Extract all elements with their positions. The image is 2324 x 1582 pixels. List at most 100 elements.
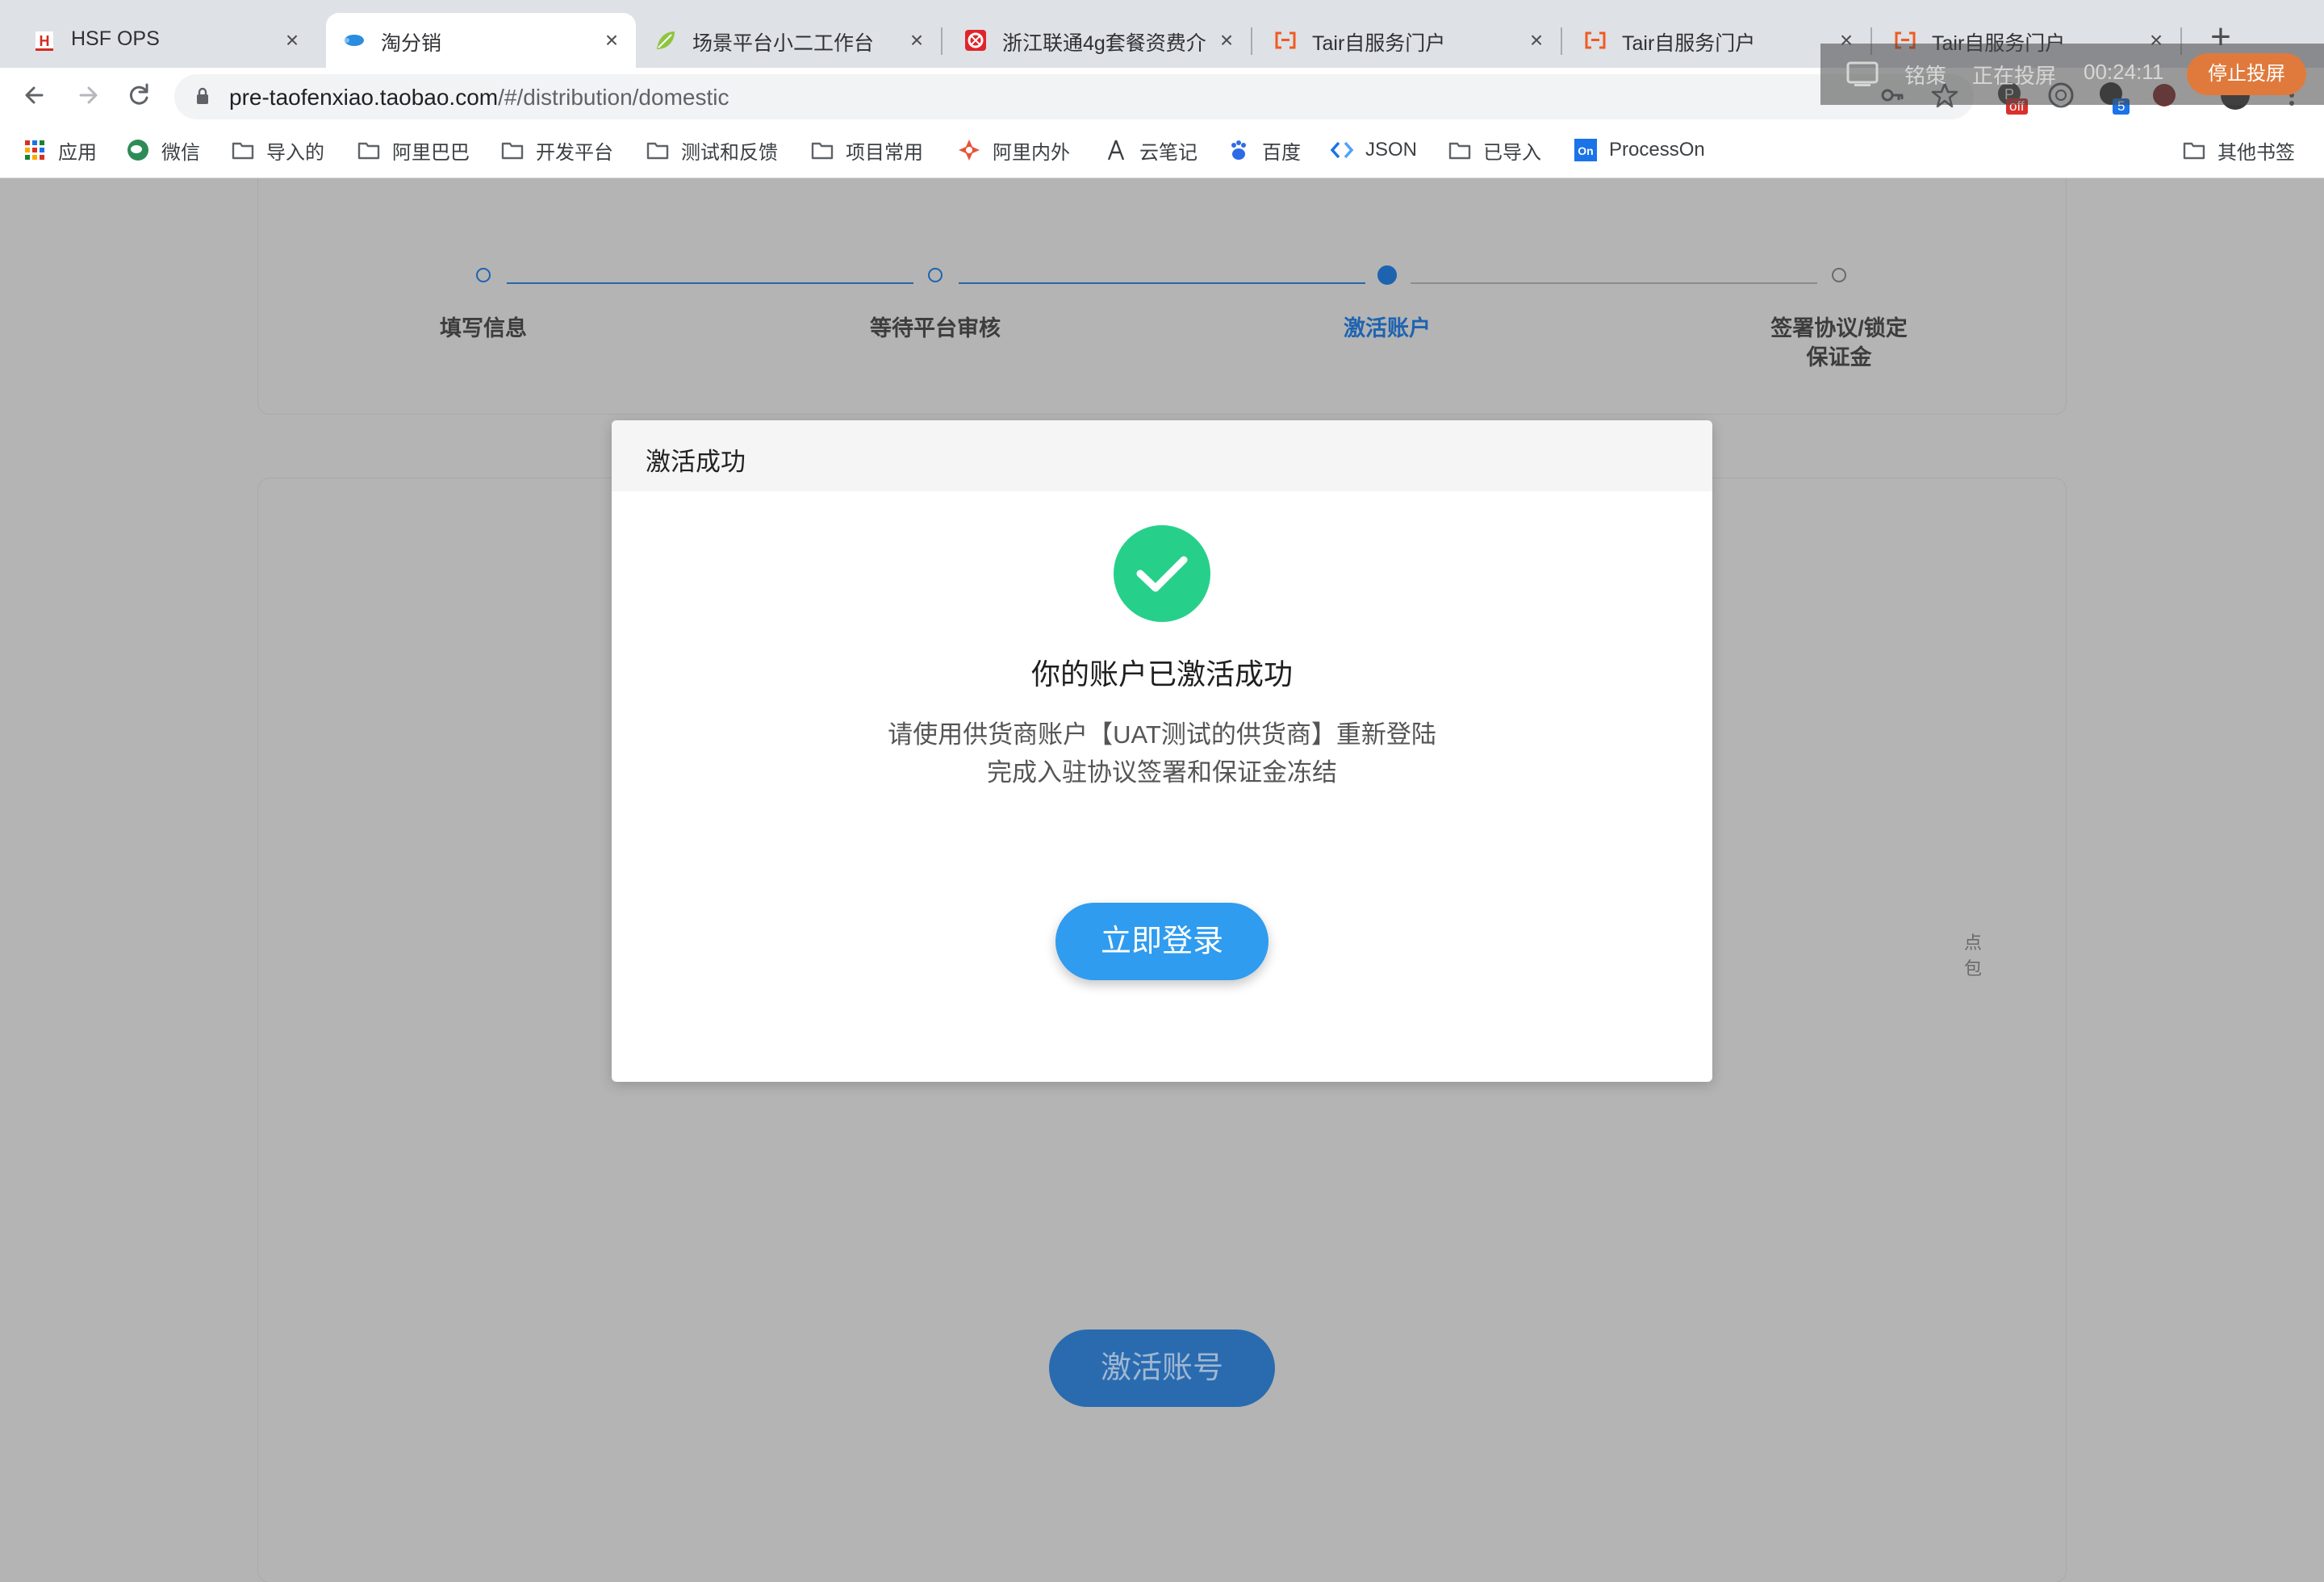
forward-arrow-icon[interactable] bbox=[69, 77, 105, 113]
cast-status: 正在投屏 bbox=[1972, 64, 2057, 88]
cast-screen-icon bbox=[1846, 61, 1879, 86]
tab-title: Tair自服务门户 bbox=[1622, 32, 1756, 55]
lock-icon bbox=[197, 87, 208, 104]
bookmark-yunbiji[interactable]: 云笔记 bbox=[1104, 134, 1198, 166]
yunbiji-icon bbox=[1107, 140, 1125, 161]
back-arrow-icon[interactable] bbox=[18, 77, 53, 113]
bookmark-folder-test-feedback[interactable]: 测试和反馈 bbox=[646, 134, 778, 166]
tab-hsf-ops[interactable]: H HSF OPS × bbox=[16, 13, 316, 68]
bookmark-label: 其他书签 bbox=[2217, 141, 2295, 164]
progress-steps-card: 填写信息 等待平台审核 激活账户 签署协议/锁定 保证金 bbox=[258, 178, 2066, 414]
bookmark-label: 项目常用 bbox=[846, 141, 923, 164]
step-label-text: 填写信息 bbox=[440, 316, 527, 340]
reload-icon[interactable] bbox=[121, 77, 157, 113]
cast-user: 铭策 bbox=[1904, 64, 1947, 88]
screen-cast-bar: 铭策 正在投屏 00:24:11 停止投屏 bbox=[1820, 44, 2324, 105]
bookmark-folder-project[interactable]: 项目常用 bbox=[810, 134, 923, 166]
baidu-icon bbox=[1231, 140, 1246, 160]
bookmark-label: 开发平台 bbox=[536, 141, 613, 164]
hint-line-2: 包 bbox=[1964, 958, 1983, 979]
folder-icon bbox=[1448, 142, 1471, 160]
bookmark-wechat[interactable]: 微信 bbox=[126, 134, 200, 166]
login-now-button[interactable]: 立即登录 bbox=[1055, 903, 1269, 980]
bookmark-label: 百度 bbox=[1262, 141, 1301, 164]
folder-icon bbox=[2183, 142, 2205, 160]
tab-separator bbox=[1561, 27, 1562, 55]
url-path: /#/distribution/domestic bbox=[498, 85, 729, 110]
step-label-text: 等待平台审核 bbox=[870, 316, 1001, 340]
bookmark-folder-dev-platform[interactable]: 开发平台 bbox=[500, 134, 613, 166]
close-tab-icon[interactable]: × bbox=[599, 27, 625, 53]
bookmark-label: 导入的 bbox=[266, 141, 324, 164]
alibaba-inner-icon bbox=[959, 140, 980, 161]
leaf-favicon-icon bbox=[657, 31, 675, 49]
folder-icon bbox=[357, 142, 380, 160]
bookmark-folder-alibaba[interactable]: 阿里巴巴 bbox=[357, 134, 470, 166]
step-dot-sign bbox=[1832, 268, 1846, 282]
bookmark-label: 测试和反馈 bbox=[681, 141, 778, 164]
check-circle-icon bbox=[1114, 525, 1210, 622]
tab-separator bbox=[1251, 27, 1252, 55]
hsf-favicon-icon: H bbox=[36, 31, 53, 51]
json-icon bbox=[1330, 141, 1354, 159]
bookmark-label: JSON bbox=[1365, 139, 1418, 161]
step-label-text: 激活账户 bbox=[1344, 316, 1431, 340]
bookmark-apps[interactable]: 应用 bbox=[23, 134, 97, 166]
bookmark-label: 阿里巴巴 bbox=[392, 141, 470, 164]
bookmark-baidu[interactable]: 百度 bbox=[1227, 134, 1301, 166]
close-tab-icon[interactable]: × bbox=[279, 27, 305, 53]
step-dot-review bbox=[928, 268, 943, 282]
address-bar[interactable]: pre-taofenxiao.taobao.com/#/distribution… bbox=[174, 74, 1974, 119]
step-connector bbox=[507, 282, 913, 284]
instruction-line-1: 请使用供货商账户【UAT测试的供货商】重新登陆 bbox=[888, 720, 1436, 749]
tab-separator bbox=[941, 27, 943, 55]
apps-grid-icon bbox=[25, 140, 44, 160]
step-label-text: 签署协议/锁定 bbox=[1770, 316, 1908, 340]
hint-line-1: 点 bbox=[1964, 933, 1983, 953]
activate-account-button[interactable]: 激活账号 bbox=[1049, 1329, 1275, 1407]
step-label-activate: 激活账户 bbox=[1282, 314, 1492, 343]
bookmark-alibaba-inner[interactable]: 阿里内外 bbox=[957, 134, 1070, 166]
tab-unicom[interactable]: 浙江联通4g套餐资费介 × bbox=[947, 13, 1252, 68]
instruction-line-2: 完成入驻协议签署和保证金冻结 bbox=[987, 758, 1337, 787]
bookmark-json[interactable]: JSON bbox=[1330, 134, 1417, 166]
folder-icon bbox=[646, 142, 669, 160]
step-connector bbox=[959, 282, 1365, 284]
bookmark-label: 已导入 bbox=[1483, 141, 1541, 164]
bookmarks-bar: 应用 微信 导入的 阿里巴巴 开发平台 测试和反馈 项目常用 阿里内外 云笔记 … bbox=[0, 123, 2324, 178]
processon-icon: On bbox=[1574, 139, 1597, 161]
bookmark-folder-already-imported[interactable]: 已导入 bbox=[1448, 134, 1541, 166]
taofenxiao-favicon-icon bbox=[345, 35, 364, 46]
tab-tair-1[interactable]: Tair自服务门户 × bbox=[1257, 13, 1562, 68]
tab-scene-platform[interactable]: 场景平台小二工作台 × bbox=[637, 13, 943, 68]
step-connector bbox=[1411, 282, 1817, 284]
bookmark-label: ProcessOn bbox=[1609, 139, 1705, 161]
tab-title: 场景平台小二工作台 bbox=[692, 32, 875, 55]
bookmark-other[interactable]: 其他书签 bbox=[2182, 134, 2295, 166]
tab-title: Tair自服务门户 bbox=[1312, 32, 1446, 55]
bookmark-label: 微信 bbox=[161, 141, 200, 164]
step-label-review: 等待平台审核 bbox=[830, 314, 1040, 343]
success-message: 你的账户已激活成功 bbox=[1030, 657, 1293, 691]
step-dot-fill-info bbox=[476, 268, 491, 282]
close-tab-icon[interactable]: × bbox=[1214, 27, 1239, 53]
folder-icon bbox=[811, 142, 834, 160]
activation-success-modal: 激活成功 你的账户已激活成功 请使用供货商账户【UAT测试的供货商】重新登陆 完… bbox=[612, 420, 1712, 1082]
bookmark-folder-imported[interactable]: 导入的 bbox=[231, 134, 324, 166]
stop-cast-button[interactable]: 停止投屏 bbox=[2187, 53, 2306, 95]
tab-title: HSF OPS bbox=[71, 27, 160, 50]
folder-icon bbox=[501, 142, 524, 160]
modal-title: 激活成功 bbox=[646, 448, 746, 476]
bookmark-label: 阿里内外 bbox=[993, 141, 1070, 164]
tab-title: 淘分销 bbox=[381, 32, 442, 55]
step-dot-activate bbox=[1377, 265, 1397, 285]
svg-text:H: H bbox=[40, 33, 50, 49]
tab-title: 浙江联通4g套餐资费介 bbox=[1002, 32, 1206, 55]
tab-taofenxiao[interactable]: 淘分销 × bbox=[326, 13, 636, 68]
bookmark-processon[interactable]: On ProcessOn bbox=[1574, 134, 1705, 166]
background-hint-text: 点包 bbox=[1964, 930, 1982, 982]
modal-header: 激活成功 bbox=[612, 420, 1712, 491]
close-tab-icon[interactable]: × bbox=[904, 27, 930, 53]
close-tab-icon[interactable]: × bbox=[1524, 27, 1549, 53]
aliyun-favicon-icon bbox=[1275, 31, 1296, 49]
